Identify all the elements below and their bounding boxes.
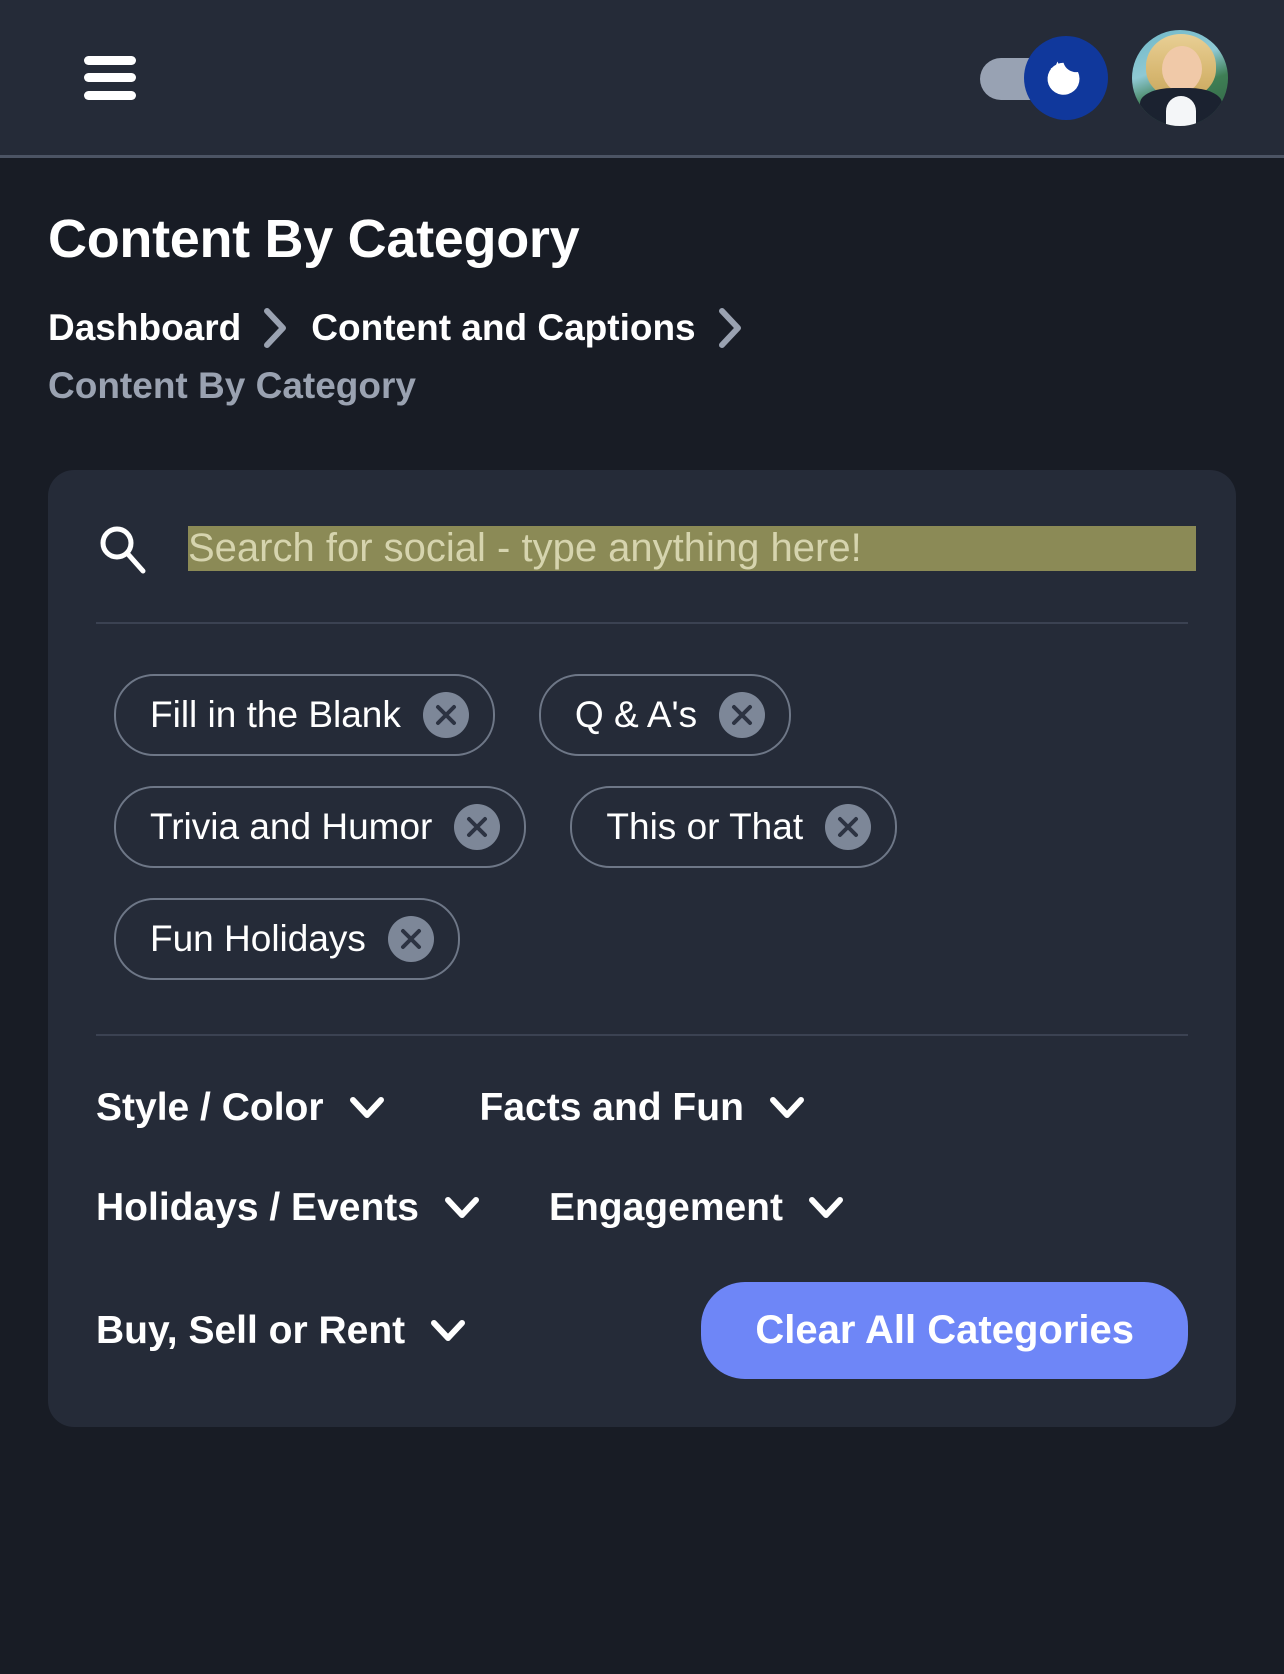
avatar-shirt <box>1166 95 1196 126</box>
chip-row: Fun Holidays <box>114 898 1188 981</box>
moon-sparkle-icon <box>1038 50 1094 106</box>
dropdown-label: Engagement <box>548 1186 783 1230</box>
close-circle-icon[interactable] <box>454 804 501 851</box>
category-chip[interactable]: This or That <box>570 786 898 869</box>
chevron-right-icon <box>718 307 744 349</box>
chip-label: Fill in the Blank <box>150 694 401 736</box>
close-circle-icon[interactable] <box>719 692 766 739</box>
category-chip[interactable]: Fun Holidays <box>114 898 460 981</box>
close-circle-icon[interactable] <box>422 692 469 739</box>
selected-categories: Fill in the Blank Q & A's Trivia and Hum… <box>48 624 1236 1034</box>
avatar[interactable] <box>1132 29 1228 126</box>
dropdown-row: Holidays / Events Engagement <box>96 1182 1188 1234</box>
chevron-down-icon <box>444 1197 479 1219</box>
search-icon <box>96 522 148 574</box>
dropdown-holidays-events[interactable]: Holidays / Events <box>96 1182 479 1234</box>
avatar-face <box>1162 45 1202 92</box>
chevron-down-icon <box>809 1197 843 1219</box>
dropdown-buy-sell-or-rent[interactable]: Buy, Sell or Rent <box>96 1305 466 1357</box>
search-row <box>48 470 1236 622</box>
hamburger-menu-icon[interactable] <box>84 55 136 100</box>
dropdown-facts-and-fun[interactable]: Facts and Fun <box>480 1082 804 1134</box>
hamburger-bar <box>84 73 136 82</box>
toggle-knob <box>1024 35 1108 120</box>
chevron-down-icon <box>769 1097 804 1119</box>
category-chip[interactable]: Trivia and Humor <box>114 786 527 869</box>
app-header <box>0 0 1284 158</box>
breadcrumb-item-current: Content By Category <box>48 364 416 406</box>
dropdown-style-color[interactable]: Style / Color <box>96 1082 384 1134</box>
dropdown-engagement[interactable]: Engagement <box>549 1182 843 1234</box>
chevron-down-icon <box>349 1097 384 1119</box>
page-title: Content By Category <box>48 209 580 269</box>
close-circle-icon[interactable] <box>387 916 434 963</box>
chip-label: Trivia and Humor <box>150 806 433 848</box>
dropdown-label: Buy, Sell or Rent <box>96 1308 406 1352</box>
breadcrumb: Dashboard Content and Captions Content B… <box>48 299 948 414</box>
dropdown-label: Facts and Fun <box>479 1086 744 1130</box>
chip-label: Fun Holidays <box>150 918 366 960</box>
category-dropdowns: Style / Color Facts and Fun Holidays / E… <box>48 1036 1236 1427</box>
dropdown-label: Holidays / Events <box>96 1186 419 1230</box>
dropdown-row: Style / Color Facts and Fun <box>96 1082 1188 1134</box>
category-chip[interactable]: Fill in the Blank <box>114 674 495 757</box>
hamburger-bar <box>84 90 136 100</box>
chevron-down-icon <box>431 1319 466 1342</box>
dark-mode-toggle[interactable] <box>980 35 1108 120</box>
chip-label: Q & A's <box>574 694 698 736</box>
breadcrumb-item-content-and-captions[interactable]: Content and Captions <box>311 299 695 356</box>
dropdown-row: Buy, Sell or Rent Clear All Categories <box>96 1282 1188 1380</box>
header-actions <box>980 29 1228 126</box>
category-chip[interactable]: Q & A's <box>538 674 792 757</box>
clear-all-categories-button[interactable]: Clear All Categories <box>701 1282 1188 1380</box>
chevron-right-icon <box>263 307 289 349</box>
filter-card: Fill in the Blank Q & A's <box>48 470 1236 1428</box>
chip-row: Trivia and Humor This or That <box>114 786 1188 869</box>
chip-label: This or That <box>606 806 804 848</box>
close-circle-icon[interactable] <box>825 804 872 851</box>
breadcrumb-item-dashboard[interactable]: Dashboard <box>48 299 241 356</box>
dropdown-label: Style / Color <box>96 1086 324 1130</box>
page-content: Content By Category Dashboard Content an… <box>0 158 1284 1428</box>
search-input[interactable] <box>188 525 1196 571</box>
chip-row: Fill in the Blank Q & A's <box>114 674 1188 757</box>
hamburger-bar <box>84 55 136 65</box>
